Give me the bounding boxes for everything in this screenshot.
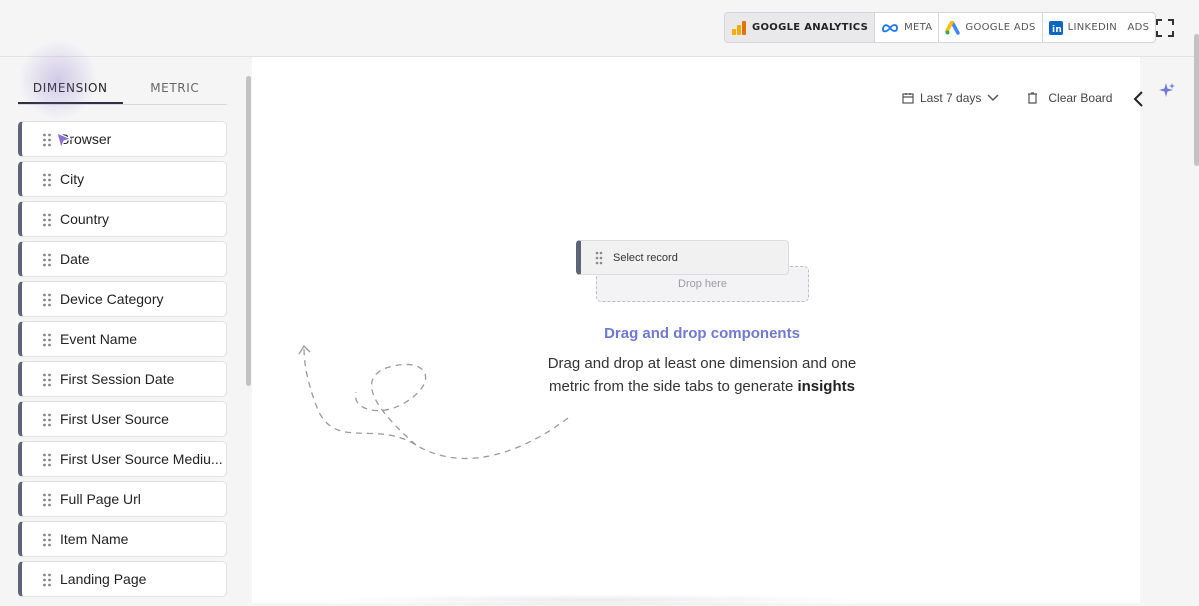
trash-icon	[1028, 92, 1038, 104]
dimension-item[interactable]: First User Source	[18, 401, 227, 437]
dimension-item-label: Event Name	[60, 331, 138, 347]
source-label: META	[904, 22, 933, 33]
bottom-shadow	[320, 594, 870, 606]
svg-text:in: in	[1052, 25, 1062, 35]
dimension-item-label: Device Category	[60, 291, 164, 307]
sidebar-scrollbar[interactable]	[246, 76, 251, 386]
mouse-cursor-icon	[56, 131, 73, 150]
drag-handle-icon	[43, 293, 51, 307]
drop-zone-label: Drop here	[678, 278, 727, 290]
dimension-item[interactable]: Full Page Url	[18, 481, 227, 517]
sidebar: DIMENSION METRIC Browser City Country Date D…	[0, 57, 252, 603]
source-label: GOOGLE ANALYTICS	[752, 22, 869, 33]
select-record-card[interactable]: Select record	[576, 240, 789, 275]
dimension-item-label: First Session Date	[60, 371, 175, 387]
right-rail	[1140, 57, 1199, 603]
dimension-item-label: First User Source Mediu...	[60, 451, 223, 467]
dimension-item[interactable]: Country	[18, 201, 227, 237]
dimension-item-label: Country	[60, 211, 110, 227]
empty-state-heading: Drag and drop components	[604, 325, 800, 342]
drag-handle-icon	[43, 213, 51, 227]
source-google-analytics[interactable]: GOOGLE ANALYTICS	[725, 13, 876, 42]
dimension-item[interactable]: Event Name	[18, 321, 227, 357]
chevron-down-icon	[987, 94, 999, 102]
dimension-item[interactable]: First User Source Mediu...	[18, 441, 227, 477]
chevron-left-icon[interactable]	[1131, 89, 1147, 109]
meta-icon	[882, 23, 898, 32]
empty-state-bold: insights	[797, 378, 855, 395]
drag-handle-icon	[43, 133, 51, 147]
clear-board-label: Clear Board	[1048, 91, 1113, 105]
drag-handle-icon	[43, 493, 51, 507]
source-linkedin-ads[interactable]: in LINKEDIN ADS	[1043, 13, 1156, 42]
dimension-item-label: City	[60, 171, 85, 187]
drag-handle-icon	[43, 413, 51, 427]
drag-handle-icon	[43, 253, 51, 267]
dashed-arrow-illustration	[298, 344, 569, 460]
empty-state-description: Drag and drop at least one dimension and…	[536, 352, 868, 398]
drag-handle-icon	[43, 453, 51, 467]
source-google-ads[interactable]: GOOGLE ADS	[939, 13, 1043, 42]
dimension-item[interactable]: Date	[18, 241, 227, 277]
linkedin-icon: in	[1048, 20, 1063, 35]
dimension-list: Browser City Country Date Device Category Eve…	[18, 121, 227, 601]
dimension-item[interactable]: Item Name	[18, 521, 227, 557]
tab-dimension[interactable]: DIMENSION	[18, 81, 123, 104]
source-label: LINKEDIN ADS	[1067, 22, 1150, 33]
sparkle-icon[interactable]	[1158, 82, 1176, 100]
dimension-item[interactable]: Landing Page	[18, 561, 227, 597]
dimension-item-label: Item Name	[60, 531, 129, 547]
dimension-item[interactable]: First Session Date	[18, 361, 227, 397]
tab-metric[interactable]: METRIC	[123, 81, 228, 104]
select-record-label: Select record	[613, 251, 678, 264]
drag-handle-icon	[43, 333, 51, 347]
drag-handle-icon	[43, 373, 51, 387]
calendar-icon	[902, 93, 914, 104]
drag-handle-icon	[595, 251, 603, 264]
date-range-label: Last 7 days	[920, 91, 982, 105]
drag-handle-icon	[43, 173, 51, 187]
data-source-selector: GOOGLE ANALYTICS META GOOGLE ADS in LINK…	[724, 12, 1157, 43]
sidebar-tabs: DIMENSION METRIC	[18, 81, 227, 105]
drag-handle-icon	[43, 573, 51, 587]
clear-board-button[interactable]: Clear Board	[1027, 91, 1112, 105]
dimension-item-label: Landing Page	[60, 571, 147, 587]
dimension-item-label: Full Page Url	[60, 491, 141, 507]
fullscreen-icon[interactable]	[1156, 19, 1174, 37]
dimension-item[interactable]: Browser	[18, 121, 227, 157]
date-range-dropdown[interactable]: Last 7 days	[902, 91, 1005, 105]
dimension-item-label: First User Source	[60, 411, 169, 427]
dimension-item[interactable]: Device Category	[18, 281, 227, 317]
google-analytics-icon	[732, 20, 746, 35]
page-scrollbar[interactable]	[1194, 34, 1199, 166]
source-meta[interactable]: META	[875, 13, 940, 42]
dimension-item[interactable]: City	[18, 161, 227, 197]
google-ads-icon	[945, 20, 961, 35]
drag-handle-icon	[43, 533, 51, 547]
board-controls: Last 7 days Clear Board	[902, 86, 1112, 110]
source-label: GOOGLE ADS	[965, 22, 1036, 33]
dimension-item-label: Date	[60, 251, 90, 267]
top-bar: GOOGLE ANALYTICS META GOOGLE ADS in LINK…	[0, 0, 1199, 57]
